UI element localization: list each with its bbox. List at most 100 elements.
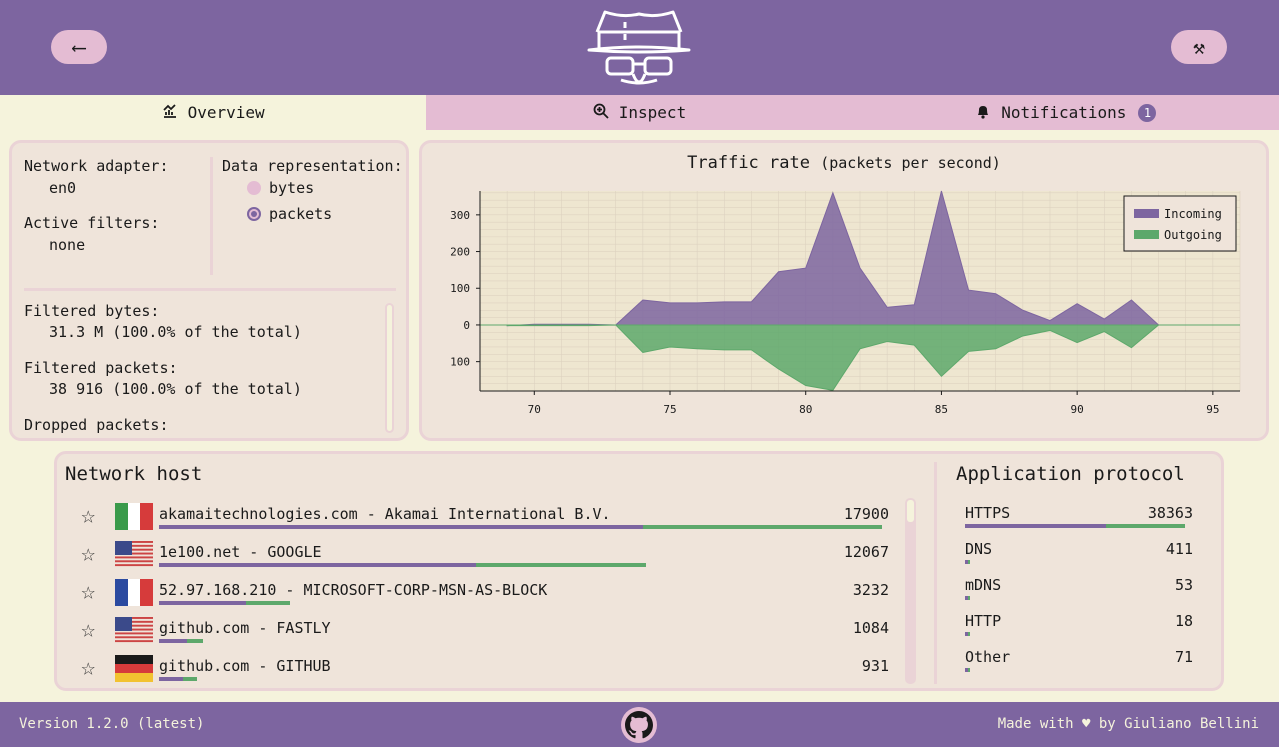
header: ⟵ ⚒	[0, 0, 1279, 95]
protocol-row: HTTPS 38363	[965, 504, 1193, 540]
scrollbar-thumb[interactable]	[907, 500, 914, 522]
outgoing-bar	[246, 601, 290, 605]
outgoing-bar	[187, 639, 203, 643]
traffic-chart-panel: Traffic rate (packets per second) 70 75 80…	[419, 140, 1269, 441]
legend-label: Incoming	[1164, 207, 1222, 221]
host-name: 52.97.168.210 - MICROSOFT-CORP-MSN-AS-BL…	[159, 581, 548, 599]
host-row[interactable]: ☆ 1e100.net - GOOGLE 12067	[57, 539, 907, 577]
bell-icon	[975, 103, 991, 123]
incoming-bar	[159, 639, 188, 643]
adapter-label: Network adapter:	[24, 157, 169, 175]
radio-packets[interactable]	[247, 207, 261, 221]
outgoing-bar	[1105, 524, 1185, 528]
tab-label: Overview	[187, 103, 265, 122]
representation-label: Data representation:	[222, 157, 403, 175]
flag-de-icon	[115, 655, 153, 682]
x-tick-label: 70	[528, 403, 541, 416]
outgoing-bar	[643, 525, 882, 529]
host-name: 1e100.net - GOOGLE	[159, 543, 322, 561]
incoming-bar	[159, 525, 644, 529]
radio-packets-label: packets	[269, 205, 333, 223]
legend-swatch	[1134, 209, 1159, 218]
protocol-value: 53	[1174, 576, 1193, 594]
host-traffic-value: 1084	[852, 619, 889, 637]
filters-value: none	[49, 236, 86, 254]
stats-scroll-area[interactable]: Filtered bytes: 31.3 M (100.0% of the to…	[12, 293, 382, 433]
incoming-bar	[965, 524, 1106, 528]
filters-label: Active filters:	[24, 214, 160, 232]
radio-bytes-label: bytes	[269, 179, 315, 197]
tab-inspect[interactable]: Inspect	[426, 95, 853, 130]
y-tick-label: 100	[450, 356, 470, 369]
wrench-screwdriver-icon: ⚒	[1192, 35, 1206, 59]
host-name: github.com - GITHUB	[159, 657, 331, 675]
protocol-name: HTTP	[965, 612, 1002, 630]
outgoing-bar	[475, 563, 647, 567]
divider	[210, 157, 213, 275]
scrollbar[interactable]	[905, 498, 916, 684]
network-host-title: Network host	[65, 463, 203, 485]
protocol-value: 38363	[1147, 504, 1193, 522]
star-icon[interactable]: ☆	[81, 539, 95, 567]
protocol-name: HTTPS	[965, 504, 1011, 522]
protocol-row: HTTP 18	[965, 612, 1193, 648]
host-traffic-value: 3232	[852, 581, 889, 599]
host-row[interactable]: ☆ github.com - GITHUB 931	[57, 653, 907, 691]
host-row[interactable]: ☆ 52.97.168.210 - MICROSOFT-CORP-MSN-AS-B…	[57, 577, 907, 615]
host-name: akamaitechnologies.com - Akamai Internat…	[159, 505, 611, 523]
flag-fr-icon	[115, 579, 153, 606]
settings-button[interactable]: ⚒	[1171, 30, 1227, 64]
footer: Version 1.2.0 (latest) Made with ♥ by Gi…	[0, 702, 1279, 747]
radio-bytes[interactable]	[247, 181, 261, 195]
host-row[interactable]: ☆ akamaitechnologies.com - Akamai Interna…	[57, 501, 907, 539]
github-button[interactable]	[621, 707, 657, 743]
protocol-name: DNS	[965, 540, 993, 558]
arrow-left-icon: ⟵	[72, 35, 86, 59]
protocol-row: Other 71	[965, 648, 1193, 684]
tab-bar: Overview Inspect Notifications 1	[0, 95, 1279, 130]
outgoing-bar	[967, 596, 970, 600]
host-row[interactable]: ☆ github.com - FASTLY 1084	[57, 615, 907, 653]
x-tick-label: 90	[1071, 403, 1084, 416]
divider	[24, 288, 396, 291]
x-tick-label: 75	[663, 403, 676, 416]
star-icon[interactable]: ☆	[81, 653, 95, 681]
y-tick-label: 200	[450, 246, 470, 259]
y-tick-label: 300	[450, 209, 470, 222]
star-icon[interactable]: ☆	[81, 577, 95, 605]
star-icon[interactable]: ☆	[81, 615, 95, 643]
protocol-value: 411	[1165, 540, 1193, 558]
protocol-row: mDNS 53	[965, 576, 1193, 612]
divider	[934, 462, 937, 684]
sniffnet-logo	[587, 10, 691, 85]
legend	[1123, 195, 1237, 252]
made-with-label: Made with ♥ by Giuliano Bellini	[997, 716, 1259, 732]
filtered-bytes-value: 31.3 M (100.0% of the total)	[49, 323, 302, 341]
protocol-value: 71	[1174, 648, 1193, 666]
tab-notifications[interactable]: Notifications 1	[852, 95, 1279, 130]
incoming-bar	[159, 563, 476, 567]
protocol-value: 18	[1174, 612, 1193, 630]
legend-label: Outgoing	[1164, 228, 1222, 242]
outgoing-bar	[967, 560, 970, 564]
tab-overview[interactable]: Overview	[0, 95, 427, 130]
info-panel: Network adapter: en0 Active filters: non…	[9, 140, 409, 441]
github-icon	[625, 711, 653, 739]
back-button[interactable]: ⟵	[51, 30, 107, 64]
notification-count-badge: 1	[1138, 103, 1157, 122]
x-tick-label: 95	[1206, 403, 1219, 416]
app-protocol-title: Application protocol	[956, 463, 1185, 485]
incoming-bar	[159, 601, 247, 605]
filtered-bytes-label: Filtered bytes:	[24, 302, 160, 320]
y-tick-label: 0	[463, 319, 470, 332]
protocol-name: Other	[965, 648, 1011, 666]
scrollbar-thumb[interactable]	[387, 305, 392, 431]
star-icon[interactable]: ☆	[81, 501, 95, 529]
y-tick-label: 100	[450, 282, 470, 295]
legend-swatch	[1134, 230, 1159, 239]
scrollbar[interactable]	[385, 303, 394, 433]
x-tick-label: 85	[935, 403, 948, 416]
protocol-name: mDNS	[965, 576, 1002, 594]
host-traffic-value: 931	[861, 657, 889, 675]
flag-us-icon	[115, 541, 153, 567]
